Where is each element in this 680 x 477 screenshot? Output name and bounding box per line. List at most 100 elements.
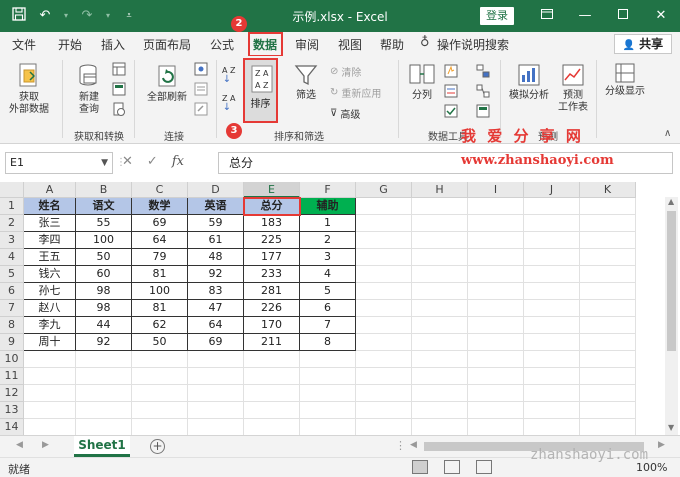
table-cell[interactable]: 47 bbox=[188, 300, 244, 317]
table-cell[interactable]: 4 bbox=[300, 266, 356, 283]
filter-button[interactable]: 筛选 bbox=[289, 62, 323, 102]
table-cell[interactable] bbox=[468, 198, 524, 215]
table-cell[interactable] bbox=[412, 300, 468, 317]
table-cell[interactable] bbox=[76, 368, 132, 385]
header-cell[interactable]: 数学 bbox=[132, 198, 188, 215]
table-cell[interactable] bbox=[524, 300, 580, 317]
table-cell[interactable] bbox=[468, 249, 524, 266]
table-cell[interactable] bbox=[524, 198, 580, 215]
get-external-data-button[interactable]: 获取 外部数据 bbox=[6, 62, 52, 116]
table-cell[interactable] bbox=[300, 402, 356, 419]
table-cell[interactable] bbox=[412, 215, 468, 232]
table-cell[interactable]: 170 bbox=[244, 317, 300, 334]
table-cell[interactable]: 69 bbox=[132, 215, 188, 232]
table-cell[interactable] bbox=[244, 385, 300, 402]
column-header[interactable]: J bbox=[524, 182, 580, 198]
table-cell[interactable] bbox=[580, 402, 636, 419]
table-cell[interactable] bbox=[580, 300, 636, 317]
table-cell[interactable] bbox=[580, 249, 636, 266]
what-if-analysis-button[interactable]: 模拟分析 bbox=[506, 62, 552, 102]
row-header[interactable]: 11 bbox=[0, 368, 24, 385]
column-header[interactable]: A bbox=[24, 182, 76, 198]
row-header[interactable]: 2 bbox=[0, 215, 24, 232]
vertical-scrollbar[interactable]: ▲ ▼ bbox=[665, 197, 678, 435]
name-box[interactable]: E1 ▼ bbox=[5, 152, 113, 174]
header-cell[interactable]: 姓名 bbox=[24, 198, 76, 215]
table-cell[interactable] bbox=[580, 283, 636, 300]
table-cell[interactable]: 50 bbox=[76, 249, 132, 266]
table-cell[interactable] bbox=[468, 215, 524, 232]
cancel-icon[interactable]: ✕ bbox=[122, 154, 133, 169]
share-button[interactable]: 👤 共享 bbox=[614, 34, 672, 54]
column-header[interactable]: K bbox=[580, 182, 636, 198]
table-cell[interactable] bbox=[356, 198, 412, 215]
table-cell[interactable] bbox=[524, 249, 580, 266]
table-cell[interactable] bbox=[412, 334, 468, 351]
table-cell[interactable]: 2 bbox=[300, 232, 356, 249]
table-cell[interactable] bbox=[132, 402, 188, 419]
table-cell[interactable]: 59 bbox=[188, 215, 244, 232]
table-cell[interactable]: 79 bbox=[132, 249, 188, 266]
scrollbar-thumb[interactable] bbox=[667, 211, 676, 351]
table-cell[interactable] bbox=[580, 334, 636, 351]
row-header[interactable]: 6 bbox=[0, 283, 24, 300]
table-cell[interactable] bbox=[244, 351, 300, 368]
row-header[interactable]: 4 bbox=[0, 249, 24, 266]
row-header[interactable]: 5 bbox=[0, 266, 24, 283]
table-cell[interactable]: 64 bbox=[132, 232, 188, 249]
table-cell[interactable]: 183 bbox=[244, 215, 300, 232]
table-cell[interactable] bbox=[244, 368, 300, 385]
table-cell[interactable] bbox=[468, 351, 524, 368]
table-cell[interactable] bbox=[580, 385, 636, 402]
table-cell[interactable] bbox=[24, 402, 76, 419]
table-cell[interactable] bbox=[580, 198, 636, 215]
table-cell[interactable] bbox=[188, 385, 244, 402]
tab-help[interactable]: 帮助 bbox=[380, 36, 404, 53]
table-cell[interactable] bbox=[356, 249, 412, 266]
table-cell[interactable] bbox=[356, 266, 412, 283]
table-cell[interactable]: 7 bbox=[300, 317, 356, 334]
table-cell[interactable]: 60 bbox=[76, 266, 132, 283]
table-cell[interactable] bbox=[524, 385, 580, 402]
row-header[interactable]: 13 bbox=[0, 402, 24, 419]
table-cell[interactable] bbox=[300, 351, 356, 368]
tab-insert[interactable]: 插入 bbox=[101, 36, 125, 53]
page-break-view-icon[interactable] bbox=[476, 460, 492, 474]
edit-links-icon[interactable] bbox=[194, 102, 208, 116]
table-cell[interactable] bbox=[356, 283, 412, 300]
table-cell[interactable]: 233 bbox=[244, 266, 300, 283]
select-all-corner[interactable] bbox=[0, 182, 24, 198]
table-cell[interactable]: 211 bbox=[244, 334, 300, 351]
login-button[interactable]: 登录 bbox=[480, 7, 514, 25]
spreadsheet-grid[interactable]: A B C D E F G H I J K 1 姓名 语文 数学 英语 总分 辅助 2 张三 55 69 59 183 1 3 李四… bbox=[0, 182, 680, 435]
close-icon[interactable]: ✕ bbox=[642, 0, 680, 32]
table-cell[interactable]: 赵八 bbox=[24, 300, 76, 317]
table-cell[interactable] bbox=[412, 283, 468, 300]
row-header[interactable]: 8 bbox=[0, 317, 24, 334]
row-header[interactable]: 10 bbox=[0, 351, 24, 368]
table-cell[interactable] bbox=[468, 368, 524, 385]
tab-formulas[interactable]: 公式 bbox=[210, 36, 234, 53]
table-cell[interactable] bbox=[524, 419, 580, 435]
flash-fill-icon[interactable] bbox=[444, 64, 458, 78]
table-cell[interactable] bbox=[24, 368, 76, 385]
table-cell[interactable] bbox=[524, 351, 580, 368]
table-cell[interactable] bbox=[524, 215, 580, 232]
table-cell[interactable]: 50 bbox=[132, 334, 188, 351]
sort-button[interactable]: ZAAZ 排序 bbox=[243, 58, 278, 123]
table-cell[interactable]: 3 bbox=[300, 249, 356, 266]
enter-icon[interactable]: ✓ bbox=[147, 154, 158, 169]
table-cell[interactable]: 81 bbox=[132, 300, 188, 317]
table-cell[interactable] bbox=[412, 249, 468, 266]
advanced-button[interactable]: ⊽ 高级 bbox=[330, 106, 360, 121]
column-header[interactable]: H bbox=[412, 182, 468, 198]
hscroll-right-icon[interactable]: ▶ bbox=[658, 440, 665, 450]
table-cell[interactable] bbox=[524, 334, 580, 351]
sheet-tab-sheet1[interactable]: Sheet1 bbox=[74, 436, 130, 457]
table-cell[interactable]: 69 bbox=[188, 334, 244, 351]
tell-me-search[interactable]: 操作说明搜索 bbox=[437, 36, 509, 53]
from-table-icon[interactable] bbox=[112, 82, 126, 96]
table-cell[interactable]: 55 bbox=[76, 215, 132, 232]
table-cell[interactable]: 李四 bbox=[24, 232, 76, 249]
minimize-icon[interactable]: — bbox=[566, 0, 604, 32]
